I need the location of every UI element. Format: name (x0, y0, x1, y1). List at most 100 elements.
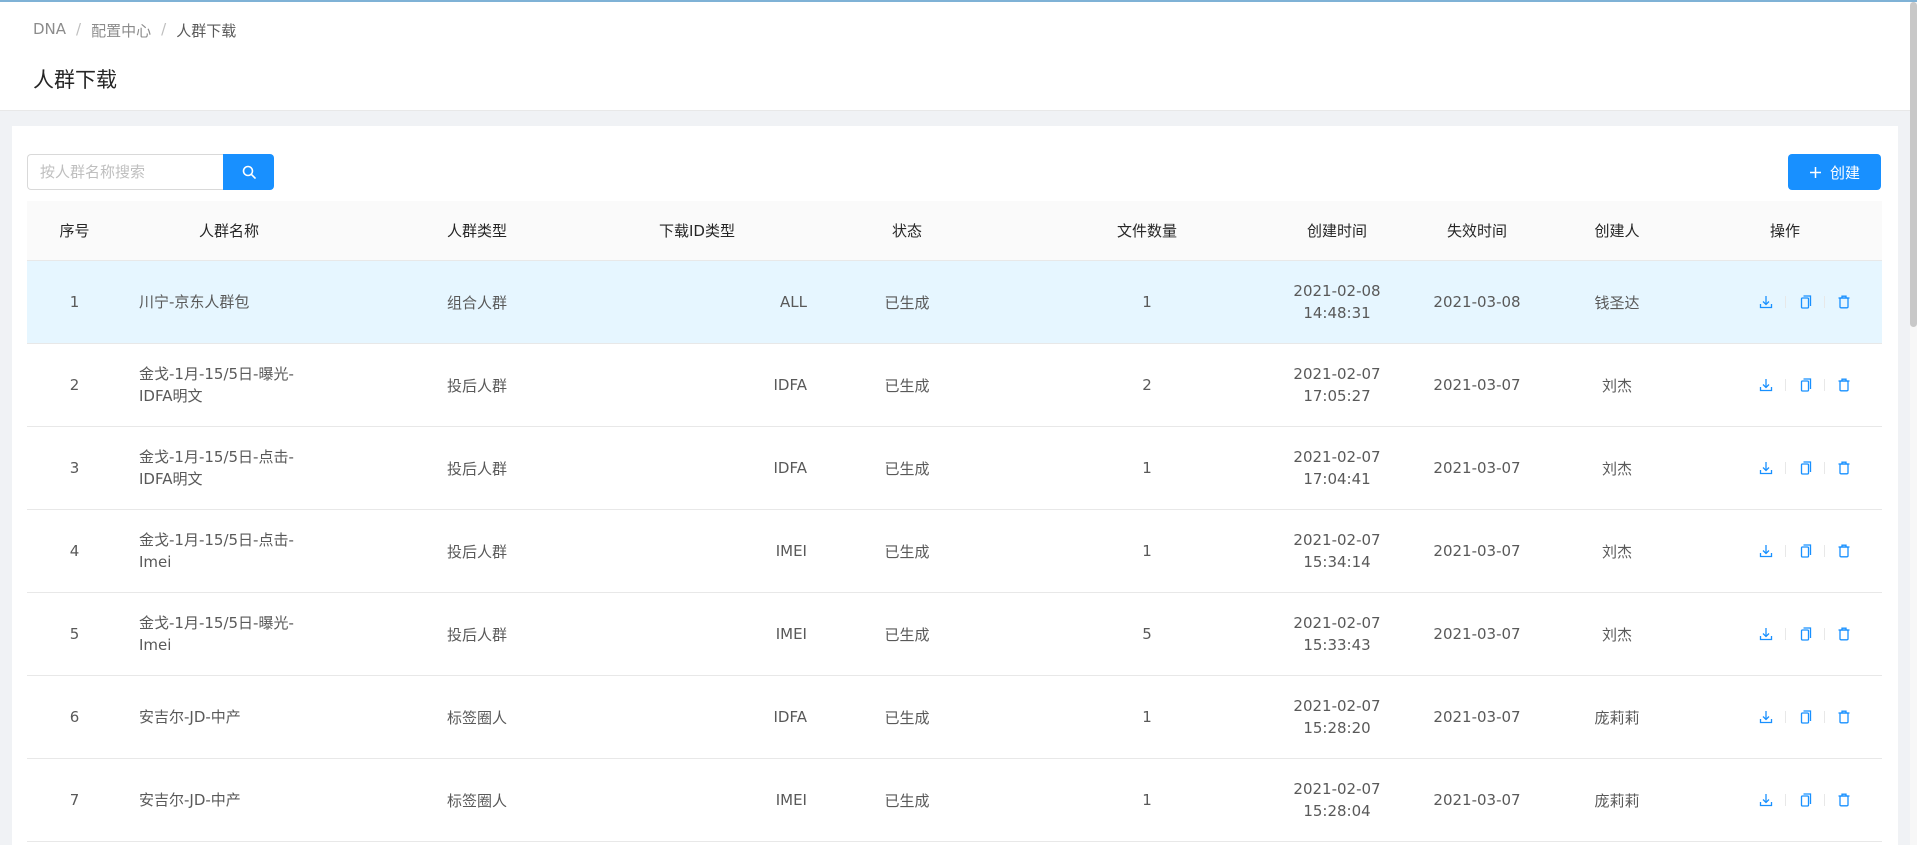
table-row[interactable]: 7 安吉尔-JD-中产 标签圈人 IMEI 已生成 1 2021-02-07 15… (27, 759, 1882, 842)
download-icon-graphic (1759, 545, 1773, 558)
row-created-clock: 15:28:20 (1303, 719, 1371, 737)
table-row[interactable]: 4 金戈-1月-15/5日-点击-Imei 投后人群 IMEI 已生成 1 20… (27, 510, 1882, 593)
download-icon-graphic (1759, 379, 1773, 392)
row-crowd-type: 组合人群 (446, 293, 507, 312)
column-header-actions: 操作 (1769, 222, 1800, 240)
row-creator: 刘杰 (1601, 459, 1632, 478)
row-expire-time: 2021-03-07 (1433, 459, 1521, 477)
row-crowd-name-text: 安吉尔-JD-中产 (139, 791, 241, 809)
download-icon[interactable] (1755, 540, 1777, 562)
copy-icon-graphic (1800, 378, 1812, 392)
row-crowd-name-text: 川宁-京东人群包 (139, 293, 250, 311)
delete-icon[interactable] (1833, 623, 1855, 645)
row-crowd-name: 金戈-1月-15/5日-点击-Imei (139, 510, 339, 592)
action-divider (1824, 545, 1825, 557)
row-id-type: IMEI (775, 625, 807, 643)
row-crowd-name: 金戈-1月-15/5日-曝光-Imei (139, 593, 339, 675)
delete-icon[interactable] (1833, 291, 1855, 313)
download-icon[interactable] (1755, 789, 1777, 811)
delete-icon[interactable] (1833, 457, 1855, 479)
row-created-clock: 15:33:43 (1303, 636, 1371, 654)
action-divider (1785, 545, 1786, 557)
copy-icon[interactable] (1794, 374, 1816, 396)
table-row[interactable]: 2 金戈-1月-15/5日-曝光-IDFA明文 投后人群 IDFA 已生成 2 … (27, 344, 1882, 427)
copy-icon-graphic (1800, 710, 1812, 724)
table-row[interactable]: 6 安吉尔-JD-中产 标签圈人 IDFA 已生成 1 2021-02-07 15… (27, 676, 1882, 759)
row-created-time: 2021-02-07 17:04:41 (1277, 427, 1397, 509)
delete-icon-graphic (1838, 295, 1850, 309)
row-file-count: 1 (1142, 542, 1152, 560)
breadcrumb-item-dna[interactable]: DNA (33, 20, 66, 41)
breadcrumb-item-current: 人群下载 (176, 22, 237, 40)
row-index: 2 (69, 376, 80, 394)
search-input[interactable] (27, 154, 223, 190)
breadcrumb-separator: / (76, 20, 82, 38)
row-creator: 庞莉莉 (1594, 708, 1640, 727)
action-divider (1785, 628, 1786, 640)
download-icon[interactable] (1755, 374, 1777, 396)
copy-icon[interactable] (1794, 457, 1816, 479)
delete-icon-graphic (1838, 710, 1850, 724)
copy-icon-graphic (1800, 627, 1812, 641)
table-row[interactable]: 3 金戈-1月-15/5日-点击-IDFA明文 投后人群 IDFA 已生成 1 … (27, 427, 1882, 510)
download-icon[interactable] (1755, 706, 1777, 728)
row-status: 已生成 (884, 791, 930, 810)
copy-icon[interactable] (1794, 623, 1816, 645)
download-icon-graphic (1759, 462, 1773, 475)
download-icon[interactable] (1755, 623, 1777, 645)
action-divider (1785, 711, 1786, 723)
copy-icon[interactable] (1794, 540, 1816, 562)
delete-icon[interactable] (1833, 789, 1855, 811)
action-divider (1824, 628, 1825, 640)
row-created-date: 2021-02-07 (1293, 365, 1381, 383)
row-crowd-name: 安吉尔-JD-中产 (139, 676, 339, 758)
row-crowd-name: 金戈-1月-15/5日-点击-IDFA明文 (139, 427, 339, 509)
row-created-date: 2021-02-07 (1293, 531, 1381, 549)
row-id-type: IDFA (773, 376, 808, 394)
row-created-time: 2021-02-07 15:34:14 (1277, 510, 1397, 592)
delete-icon[interactable] (1833, 706, 1855, 728)
content-card: 创建 序号 人群名称 人群类型 下载ID类型 状态 文件数量 创建时间 失效时间… (12, 126, 1898, 845)
row-id-type: IDFA (773, 708, 808, 726)
copy-icon[interactable] (1794, 291, 1816, 313)
row-crowd-name: 金戈-1月-15/5日-曝光-IDFA明文 (139, 344, 339, 426)
column-header-status: 状态 (891, 222, 922, 240)
table-row[interactable]: 1 川宁-京东人群包 组合人群 ALL 已生成 1 2021-02-08 14:4… (27, 261, 1882, 344)
search-button[interactable] (223, 154, 274, 190)
row-status: 已生成 (884, 708, 930, 727)
action-divider (1785, 296, 1786, 308)
action-divider (1824, 462, 1825, 474)
download-icon-graphic (1759, 628, 1773, 641)
table-row[interactable]: 5 金戈-1月-15/5日-曝光-Imei 投后人群 IMEI 已生成 5 20… (27, 593, 1882, 676)
action-divider (1824, 711, 1825, 723)
search-icon (242, 165, 256, 179)
row-creator: 刘杰 (1601, 542, 1632, 561)
row-file-count: 2 (1142, 376, 1152, 394)
delete-icon[interactable] (1833, 374, 1855, 396)
delete-icon-graphic (1838, 544, 1850, 558)
download-icon[interactable] (1755, 291, 1777, 313)
row-creator: 钱圣达 (1594, 293, 1640, 312)
copy-icon[interactable] (1794, 706, 1816, 728)
delete-icon[interactable] (1833, 540, 1855, 562)
page-header: DNA / 配置中心 / 人群下载 人群下载 (0, 2, 1910, 111)
column-header-creator: 创建人 (1594, 222, 1640, 240)
row-created-date: 2021-02-07 (1293, 614, 1381, 632)
row-id-type: IMEI (775, 542, 807, 560)
create-button[interactable]: 创建 (1788, 154, 1881, 190)
crowd-table: 序号 人群名称 人群类型 下载ID类型 状态 文件数量 创建时间 失效时间 创建… (27, 201, 1882, 842)
row-actions (1755, 427, 1859, 509)
row-created-time: 2021-02-07 15:33:43 (1277, 593, 1397, 675)
row-file-count: 5 (1142, 625, 1152, 643)
download-icon[interactable] (1755, 457, 1777, 479)
scrollbar-thumb[interactable] (1910, 2, 1917, 327)
row-expire-time: 2021-03-07 (1433, 791, 1521, 809)
vertical-scrollbar[interactable] (1910, 2, 1917, 845)
row-file-count: 1 (1142, 293, 1152, 311)
copy-icon-graphic (1800, 544, 1812, 558)
breadcrumb-item-config-center[interactable]: 配置中心 (91, 20, 151, 41)
row-crowd-name-text: 金戈-1月-15/5日-曝光-IDFA明文 (139, 365, 294, 405)
row-status: 已生成 (884, 293, 930, 312)
copy-icon[interactable] (1794, 789, 1816, 811)
row-created-date: 2021-02-07 (1293, 448, 1381, 466)
